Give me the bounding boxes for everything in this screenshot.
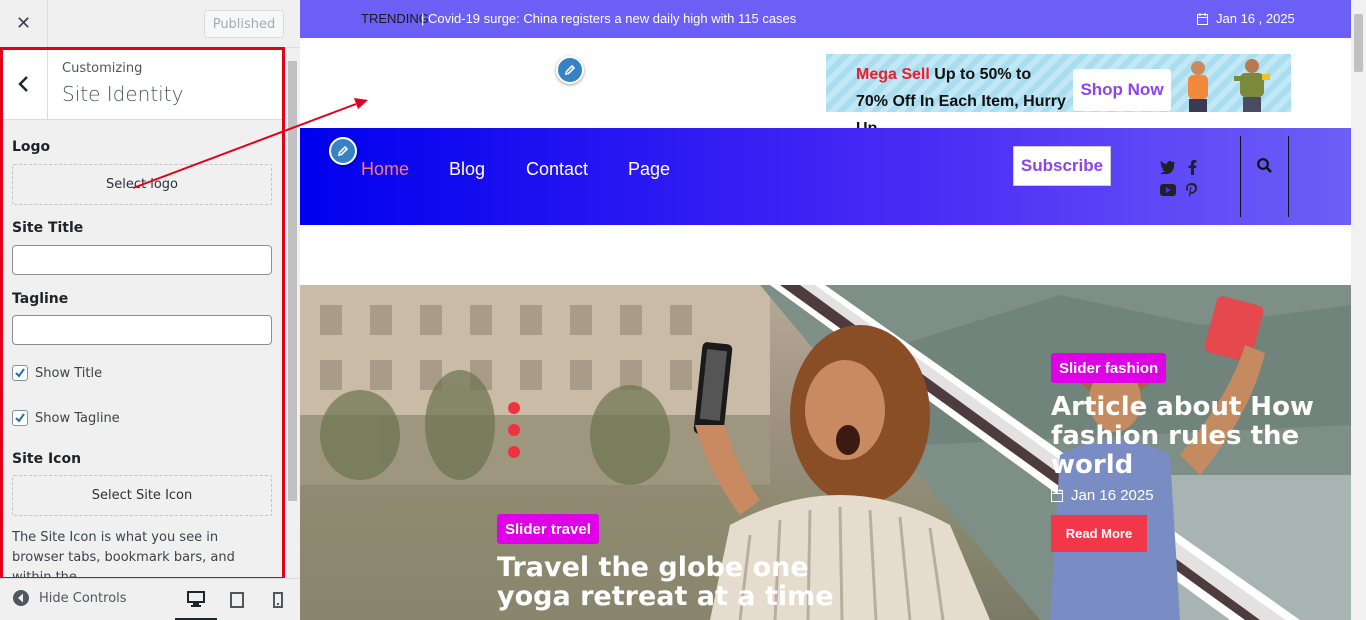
preview-tablet-button[interactable] [216,579,258,620]
search-icon [1257,158,1272,173]
calendar-icon [1197,12,1208,25]
site-header: Mega Sell Up to 50% to 70% Off In Each I… [300,38,1351,137]
nav-home[interactable]: Home [361,159,409,180]
tablet-icon [230,592,244,608]
checkmark-icon [15,413,25,423]
select-logo-button[interactable]: Select logo [12,164,272,205]
back-button[interactable] [0,48,48,120]
show-tagline-row: Show Tagline [12,410,120,426]
section-title: Site Identity [62,82,184,106]
youtube-icon[interactable] [1160,182,1176,198]
show-tagline-label: Show Tagline [35,410,120,426]
content-spacer [300,225,1351,285]
select-site-icon-button[interactable]: Select Site Icon [12,475,272,516]
customizer-footer: Hide Controls [0,578,300,620]
nav-contact[interactable]: Contact [526,159,588,180]
preview-scroll-thumb[interactable] [1354,14,1363,72]
close-customizer-button[interactable]: ✕ [0,0,48,47]
pencil-icon [337,145,349,157]
main-nav-bar: Home Blog Contact Page Subscribe [300,128,1351,225]
show-title-label: Show Title [35,365,103,381]
preview-desktop-button[interactable] [175,579,217,620]
top-date: Jan 16 , 2025 [1197,11,1295,26]
fashion-slide-date-text: Jan 16 2025 [1071,487,1154,504]
trending-headline-link[interactable]: Covid-19 surge: China registers a new da… [428,11,796,26]
mobile-icon [273,592,283,608]
promo-banner[interactable]: Mega Sell Up to 50% to 70% Off In Each I… [826,54,1291,137]
fashion-slide-date: Jan 16 2025 [1051,487,1154,504]
preview-mobile-button[interactable] [257,579,299,620]
twitter-icon[interactable] [1160,159,1176,175]
nav-blog[interactable]: Blog [449,159,485,180]
desktop-icon [187,590,205,607]
sidebar-scroll-thumb[interactable] [288,61,297,501]
read-more-button[interactable]: Read More [1051,515,1147,552]
chevron-left-icon [17,76,28,92]
hide-controls-button[interactable]: Hide Controls [12,589,127,607]
close-icon: ✕ [15,13,32,34]
trending-label: TRENDING [361,11,429,26]
tagline-label: Tagline [12,291,69,307]
shop-now-button[interactable]: Shop Now [1073,69,1171,111]
site-preview: TRENDING | Covid-19 surge: China registe… [300,0,1351,620]
travel-slide-title[interactable]: Travel the globe one yoga retreat at a t… [497,553,857,611]
facebook-icon[interactable] [1184,159,1200,175]
site-identity-panel: Customizing Site Identity Logo Select lo… [0,48,285,578]
edit-logo-shortcut[interactable] [556,56,584,84]
search-toggle[interactable] [1240,136,1289,217]
collapse-arrow-icon [13,590,29,606]
hide-controls-label: Hide Controls [39,590,127,606]
promo-highlight: Mega Sell [856,66,930,83]
trending-bar: TRENDING | Covid-19 surge: China registe… [300,0,1351,38]
checkmark-icon [15,368,25,378]
hero-slider: Slider travel Travel the globe one yoga … [300,285,1351,620]
sidebar-scrollbar[interactable] [285,48,300,578]
published-button[interactable]: Published [204,10,284,38]
slider-travel-tag[interactable]: Slider travel [497,514,599,544]
slider-dot-2[interactable] [508,424,520,436]
promo-people-illustration [1188,59,1270,112]
section-header: Customizing Site Identity [0,48,285,120]
trending-separator: | [421,11,425,26]
customizer-header: ✕ Published [0,0,300,48]
tagline-input[interactable] [12,315,272,345]
customizing-label: Customizing [62,61,143,76]
pinterest-icon[interactable] [1184,182,1200,198]
slider-dot-1[interactable] [508,402,520,414]
show-title-checkbox[interactable] [12,365,28,381]
site-title-label: Site Title [12,220,84,236]
nav-page[interactable]: Page [628,159,670,180]
pencil-icon [564,64,576,76]
site-icon-description: The Site Icon is what you see in browser… [12,530,235,578]
top-date-text: Jan 16 , 2025 [1216,11,1295,26]
subscribe-button[interactable]: Subscribe [1013,146,1111,186]
show-title-row: Show Title [12,365,102,381]
show-tagline-checkbox[interactable] [12,410,28,426]
edit-menu-shortcut[interactable] [329,137,357,165]
site-icon-label: Site Icon [12,451,82,467]
slider-dot-3[interactable] [508,446,520,458]
calendar-icon [1051,489,1063,502]
preview-scrollbar[interactable] [1351,0,1366,620]
slider-fashion-tag[interactable]: Slider fashion [1051,353,1167,383]
fashion-slide-title[interactable]: Article about How fashion rules the worl… [1051,393,1341,480]
logo-label: Logo [12,139,51,155]
site-title-input[interactable] [12,245,272,275]
customizer-sidebar: ✕ Published Customizing Site Identity Lo… [0,0,300,620]
